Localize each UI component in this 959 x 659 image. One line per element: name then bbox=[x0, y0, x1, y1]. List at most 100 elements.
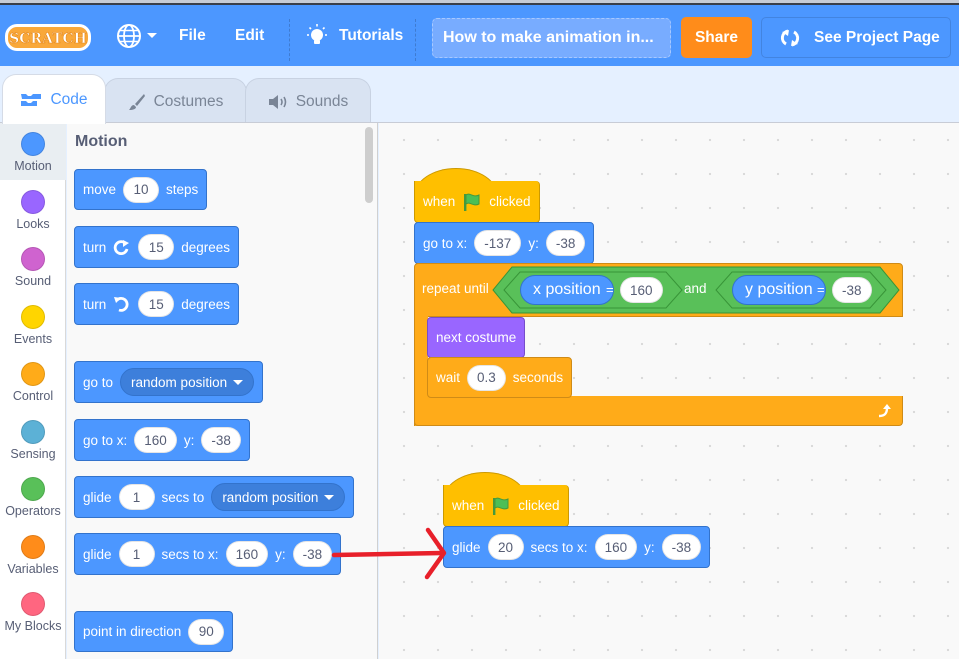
when-flag-clicked-block[interactable]: when clicked bbox=[414, 181, 540, 223]
block-text: secs to x: bbox=[530, 539, 588, 555]
brush-icon bbox=[128, 93, 145, 110]
x-position-reporter[interactable]: x position bbox=[520, 275, 614, 305]
sound-color-dot bbox=[21, 247, 45, 271]
degrees-input[interactable]: 15 bbox=[138, 291, 175, 317]
next-costume-block[interactable]: next costume bbox=[427, 317, 526, 358]
project-title-input[interactable]: How to make animation in... bbox=[432, 18, 671, 58]
category-variables[interactable]: Variables bbox=[0, 526, 66, 583]
tab-sounds[interactable]: Sounds bbox=[245, 78, 371, 124]
glide-to-xy-block[interactable]: glide 20 secs to x: 160 y: -38 bbox=[443, 526, 711, 568]
block-go-to-xy[interactable]: go to x: 160 y: -38 bbox=[74, 419, 250, 461]
y-input[interactable]: -38 bbox=[201, 427, 241, 453]
block-point-in-direction[interactable]: point in direction 90 bbox=[74, 611, 234, 652]
globe-icon bbox=[117, 23, 141, 48]
menu-bar: SCRATCH File Edit Tutorials How to make … bbox=[0, 5, 959, 66]
tutorials-button[interactable]: Tutorials bbox=[305, 5, 403, 66]
block-move-steps[interactable]: move 10 steps bbox=[74, 169, 208, 210]
category-label: My Blocks bbox=[4, 619, 62, 633]
edit-menu[interactable]: Edit bbox=[235, 5, 264, 66]
block-text: next costume bbox=[436, 330, 517, 345]
my-blocks-color-dot bbox=[21, 592, 45, 616]
block-go-to-menu[interactable]: go to random position bbox=[74, 361, 264, 403]
share-button[interactable]: Share bbox=[681, 17, 752, 58]
block-glide-to-xy[interactable]: glide 1 secs to x: 160 y: -38 bbox=[74, 533, 342, 575]
go-to-xy-block[interactable]: go to x: -137 y: -38 bbox=[414, 222, 595, 264]
remix-arrows-icon bbox=[780, 29, 800, 46]
menu-divider bbox=[415, 19, 416, 61]
loop-arrow-icon bbox=[878, 404, 891, 418]
file-menu[interactable]: File bbox=[179, 5, 206, 66]
secs-input[interactable]: 1 bbox=[118, 541, 155, 567]
block-text: glide bbox=[452, 539, 481, 555]
block-text: wait bbox=[436, 370, 461, 385]
palette-scrollbar[interactable] bbox=[365, 127, 373, 203]
y-compare-input[interactable]: -38 bbox=[832, 277, 872, 303]
variables-color-dot bbox=[21, 535, 45, 559]
category-sensing[interactable]: Sensing bbox=[0, 411, 66, 468]
svg-text:SCRATCH: SCRATCH bbox=[9, 31, 87, 47]
block-text: when bbox=[452, 498, 485, 513]
block-glide-to-menu[interactable]: glide 1 secs to random position bbox=[74, 476, 355, 518]
direction-input[interactable]: 90 bbox=[188, 618, 225, 645]
category-label: Sound bbox=[14, 274, 52, 288]
wait-seconds-input[interactable]: 0.3 bbox=[467, 364, 506, 391]
secs-input[interactable]: 20 bbox=[487, 534, 524, 560]
block-text: secs to x: bbox=[161, 546, 219, 562]
block-text: secs to bbox=[161, 489, 205, 505]
tab-sounds-label: Sounds bbox=[295, 92, 349, 110]
code-blocks-icon bbox=[21, 93, 42, 106]
category-my-blocks[interactable]: My Blocks bbox=[0, 583, 66, 640]
y-input[interactable]: -38 bbox=[292, 541, 333, 567]
script-workspace[interactable]: when clicked go to x: -137 y: -38 repeat… bbox=[379, 123, 959, 659]
steps-input[interactable]: 10 bbox=[123, 176, 160, 203]
scratch-logo[interactable]: SCRATCH bbox=[4, 21, 92, 53]
degrees-input[interactable]: 15 bbox=[138, 234, 175, 260]
when-flag-clicked-block[interactable]: when clicked bbox=[443, 485, 569, 527]
category-events[interactable]: Events bbox=[0, 296, 66, 353]
repeat-until-footer bbox=[414, 396, 903, 426]
editor-tabs: Code Costumes Sounds bbox=[0, 66, 959, 124]
category-looks[interactable]: Looks bbox=[0, 181, 66, 238]
green-flag-icon bbox=[493, 497, 509, 515]
category-label: Looks bbox=[16, 217, 50, 231]
block-text: turn bbox=[83, 239, 107, 255]
category-sound[interactable]: Sound bbox=[0, 238, 66, 295]
tab-code[interactable]: Code bbox=[2, 74, 106, 124]
block-turn-right[interactable]: turn 15 degrees bbox=[74, 226, 240, 268]
secs-input[interactable]: 1 bbox=[118, 484, 155, 510]
y-position-reporter[interactable]: y position bbox=[732, 275, 826, 305]
category-motion[interactable]: Motion bbox=[0, 123, 66, 180]
tutorials-label: Tutorials bbox=[339, 26, 404, 44]
equals-operator: = bbox=[606, 282, 614, 297]
block-text: go to x: bbox=[423, 235, 468, 251]
block-turn-left[interactable]: turn 15 degrees bbox=[74, 283, 240, 325]
y-input[interactable]: -38 bbox=[545, 230, 586, 256]
glide-target-dropdown[interactable]: random position bbox=[211, 483, 346, 511]
repeat-until-label: repeat until bbox=[422, 281, 489, 296]
category-label: Events bbox=[13, 332, 53, 346]
x-input[interactable]: -137 bbox=[474, 230, 522, 256]
tab-costumes[interactable]: Costumes bbox=[104, 78, 247, 124]
x-compare-input[interactable]: 160 bbox=[620, 277, 663, 303]
see-project-page-button[interactable]: See Project Page bbox=[761, 17, 951, 58]
repeat-until-block[interactable]: repeat until x position = 160 and y posi… bbox=[414, 263, 903, 426]
y-input[interactable]: -38 bbox=[661, 534, 702, 560]
motion-color-dot bbox=[21, 132, 45, 156]
category-control[interactable]: Control bbox=[0, 353, 66, 410]
category-label: Control bbox=[12, 389, 54, 403]
block-text: y: bbox=[275, 546, 286, 562]
block-text: y: bbox=[644, 539, 655, 555]
block-text: steps bbox=[166, 182, 199, 197]
wait-seconds-block[interactable]: wait 0.3 seconds bbox=[427, 357, 573, 398]
x-input[interactable]: 160 bbox=[594, 534, 638, 560]
x-input[interactable]: 160 bbox=[134, 427, 177, 453]
category-label: Variables bbox=[7, 562, 59, 576]
language-menu[interactable] bbox=[116, 5, 157, 66]
category-operators[interactable]: Operators bbox=[0, 468, 66, 525]
x-input[interactable]: 160 bbox=[225, 541, 269, 567]
block-text: point in direction bbox=[83, 624, 182, 639]
tab-code-label: Code bbox=[50, 90, 88, 108]
rotate-left-icon bbox=[114, 297, 129, 312]
control-color-dot bbox=[21, 362, 45, 386]
go-to-target-dropdown[interactable]: random position bbox=[120, 368, 255, 396]
